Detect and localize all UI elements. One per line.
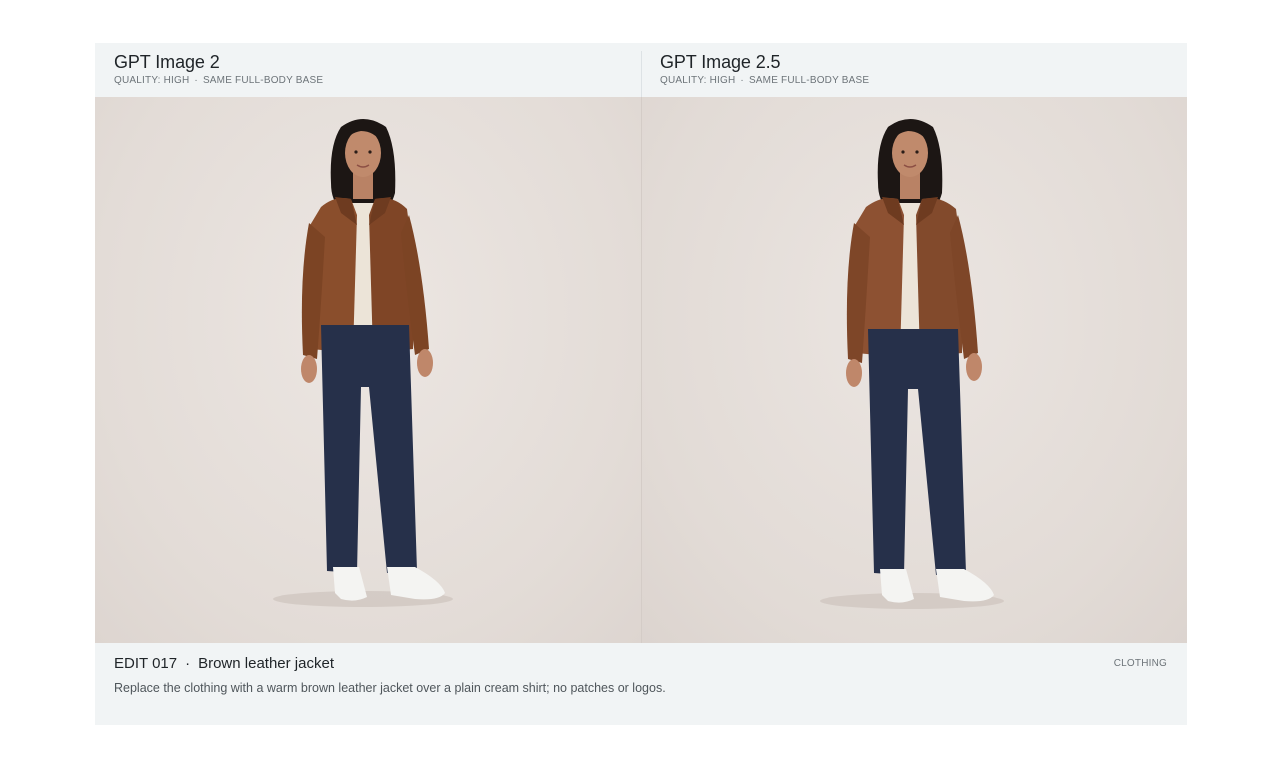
left-image	[95, 97, 641, 643]
edit-name: Brown leather jacket	[198, 655, 334, 672]
edit-heading-separator: ·	[185, 655, 191, 672]
right-model-meta: QUALITY: HIGH · SAME FULL-BODY BASE	[660, 75, 869, 86]
right-column-header: GPT Image 2.5 QUALITY: HIGH · SAME FULL-BO…	[641, 43, 1187, 97]
category-tag: CLOTHING	[1113, 658, 1167, 669]
left-quality-label: QUALITY: HIGH	[114, 75, 190, 86]
left-meta-separator: ·	[194, 75, 198, 86]
right-meta-separator: ·	[740, 75, 744, 86]
right-image	[642, 97, 1187, 643]
left-model-meta: QUALITY: HIGH · SAME FULL-BODY BASE	[114, 75, 323, 86]
edit-info-footer: EDIT 017 · Brown leather jacket CLOTHING R…	[95, 643, 1187, 725]
left-column-header: GPT Image 2 QUALITY: HIGH · SAME FULL-BODY…	[95, 43, 641, 97]
right-base-label: SAME FULL-BODY BASE	[748, 75, 870, 86]
comparison-card: GPT Image 2 QUALITY: HIGH · SAME FULL-BODY…	[95, 43, 1187, 725]
edit-description: Replace the clothing with a warm brown l…	[114, 681, 666, 695]
left-model-title: GPT Image 2	[114, 52, 220, 72]
edit-id: EDIT 017	[114, 655, 178, 672]
right-quality-label: QUALITY: HIGH	[660, 75, 736, 86]
left-person-illustration	[273, 119, 453, 607]
right-model-title: GPT Image 2.5	[660, 52, 781, 72]
left-base-label: SAME FULL-BODY BASE	[202, 75, 324, 86]
right-person-illustration	[820, 119, 1004, 609]
edit-heading: EDIT 017 · Brown leather jacket	[114, 655, 334, 672]
